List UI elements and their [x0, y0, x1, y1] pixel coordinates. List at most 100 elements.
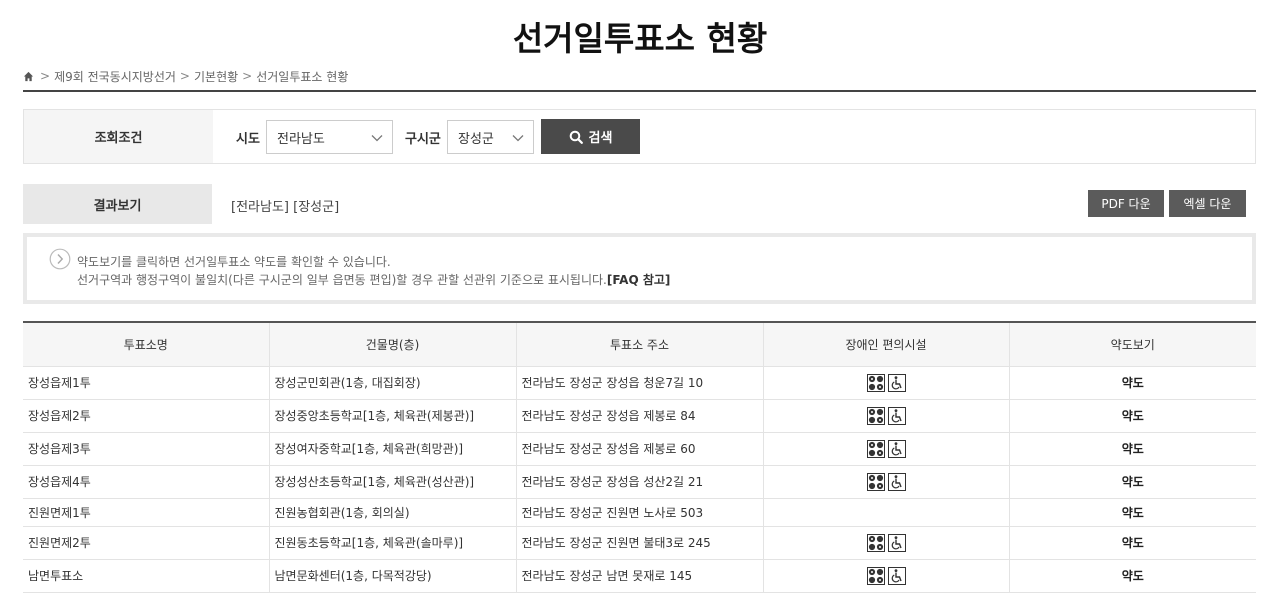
- table-row: 장성읍제2투 장성중앙초등학교[1층, 체육관(제봉관)] 전라남도 장성군 장성읍…: [23, 399, 1256, 433]
- header-station-name: 투표소명: [23, 322, 270, 367]
- condition-label: 조회조건: [24, 110, 213, 163]
- result-criteria: [전라남도] [장성군]: [231, 200, 340, 215]
- search-condition-panel: 조회조건 시도 전라남도 구시군 장성군 검색: [23, 109, 1256, 164]
- breadcrumb-item-current: 선거일투표소 현황: [256, 69, 349, 84]
- page-title: 선거일투표소 현황: [512, 19, 768, 58]
- pdf-download-button[interactable]: PDF 다운: [1088, 190, 1164, 217]
- result-bar: 결과보기 [전라남도] [장성군] PDF 다운 엑셀 다운: [23, 184, 1256, 224]
- breadcrumb-separator: >: [179, 69, 190, 83]
- sido-select[interactable]: 전라남도: [266, 120, 393, 154]
- sido-selected-value: 전라남도: [277, 131, 325, 147]
- station-name: 진원면제1투: [23, 498, 270, 527]
- station-name: 남면투표소: [23, 559, 270, 593]
- wheelchair-icon: [887, 566, 906, 585]
- building-name: 장성여자중학교[1층, 체육관(희망관)]: [269, 432, 517, 466]
- map-link[interactable]: 약도: [1009, 465, 1256, 499]
- search-button[interactable]: 검색: [541, 119, 640, 154]
- title-divider: [23, 90, 1256, 92]
- wheelchair-icon: [887, 439, 906, 458]
- sido-label: 시도: [236, 132, 260, 147]
- faq-link[interactable]: [FAQ 참고]: [607, 273, 671, 287]
- breadcrumb-item-basic[interactable]: 기본현황: [194, 68, 238, 85]
- table-row: 진원면제2투 진원동초등학교[1층, 체육관(솔마루)] 전라남도 장성군 진원면 …: [23, 526, 1256, 560]
- table-row: 장성읍제4투 장성성산초등학교[1층, 체육관(성산관)] 전라남도 장성군 장성읍…: [23, 465, 1256, 499]
- search-icon: [569, 130, 583, 144]
- facility-cell: [763, 498, 1010, 527]
- accessible-entrance-icon: [866, 566, 885, 585]
- table-header-row: 투표소명 건물명(층) 투표소 주소 장애인 편의시설 약도보기: [23, 322, 1256, 367]
- wheelchair-icon: [887, 406, 906, 425]
- accessible-entrance-icon: [866, 472, 885, 491]
- table-row: 남면투표소 남면문화센터(1층, 다목적강당) 전라남도 장성군 남면 못재로 14…: [23, 559, 1256, 593]
- table-row: 장성읍제1투 장성군민회관(1층, 대집회장) 전라남도 장성군 장성읍 청운7길 …: [23, 366, 1256, 400]
- station-name: 장성읍제2투: [23, 399, 270, 433]
- polling-station-table: 투표소명 건물명(층) 투표소 주소 장애인 편의시설 약도보기 장성읍제1투 장…: [23, 321, 1256, 593]
- accessible-entrance-icon: [866, 406, 885, 425]
- table-row: 장성읍제3투 장성여자중학교[1층, 체육관(희망관)] 전라남도 장성군 장성읍 …: [23, 432, 1256, 466]
- accessible-entrance-icon: [866, 373, 885, 392]
- map-link[interactable]: 약도: [1009, 526, 1256, 560]
- breadcrumb-separator: >: [40, 69, 51, 83]
- header-map: 약도보기: [1009, 322, 1256, 367]
- station-address: 전라남도 장성군 장성읍 청운7길 10: [516, 366, 764, 400]
- wheelchair-icon: [887, 373, 906, 392]
- excel-download-button[interactable]: 엑셀 다운: [1169, 190, 1246, 217]
- breadcrumb-item-election[interactable]: 제9회 전국동시지방선거: [54, 68, 176, 85]
- building-name: 장성성산초등학교[1층, 체육관(성산관)]: [269, 465, 517, 499]
- search-button-label: 검색: [588, 131, 613, 146]
- facility-cell: [763, 432, 1010, 466]
- station-name: 장성읍제4투: [23, 465, 270, 499]
- wheelchair-icon: [887, 472, 906, 491]
- header-address: 투표소 주소: [516, 322, 764, 367]
- wheelchair-icon: [887, 533, 906, 552]
- result-label: 결과보기: [23, 184, 212, 224]
- building-name: 장성중앙초등학교[1층, 체육관(제봉관)]: [269, 399, 517, 433]
- breadcrumb-separator: >: [242, 69, 253, 83]
- station-address: 전라남도 장성군 남면 못재로 145: [516, 559, 764, 593]
- facility-cell: [763, 559, 1010, 593]
- header-facility: 장애인 편의시설: [763, 322, 1010, 367]
- station-name: 진원면제2투: [23, 526, 270, 560]
- sigungu-select[interactable]: 장성군: [447, 120, 534, 154]
- building-name: 장성군민회관(1층, 대집회장): [269, 366, 517, 400]
- station-address: 전라남도 장성군 진원면 노사로 503: [516, 498, 764, 527]
- facility-icons: [866, 406, 906, 425]
- map-link[interactable]: 약도: [1009, 559, 1256, 593]
- facility-cell: [763, 366, 1010, 400]
- building-name: 남면문화센터(1층, 다목적강당): [269, 559, 517, 593]
- sigungu-selected-value: 장성군: [458, 131, 494, 147]
- facility-icons: [866, 439, 906, 458]
- sigungu-label: 구시군: [405, 132, 441, 147]
- station-address: 전라남도 장성군 진원면 불태3로 245: [516, 526, 764, 560]
- facility-icons: [866, 533, 906, 552]
- notice-line-1: 약도보기를 클릭하면 선거일투표소 약도를 확인할 수 있습니다.: [77, 255, 391, 269]
- map-link[interactable]: 약도: [1009, 366, 1256, 400]
- header-building: 건물명(층): [269, 322, 517, 367]
- table-row: 진원면제1투 진원농협회관(1층, 회의실) 전라남도 장성군 진원면 노사로 50…: [23, 498, 1256, 527]
- map-link[interactable]: 약도: [1009, 399, 1256, 433]
- map-link[interactable]: 약도: [1009, 432, 1256, 466]
- accessible-entrance-icon: [866, 439, 885, 458]
- chevron-right-circle-icon: [49, 248, 71, 270]
- accessible-entrance-icon: [866, 533, 885, 552]
- facility-cell: [763, 465, 1010, 499]
- facility-icons: [866, 373, 906, 392]
- facility-cell: [763, 526, 1010, 560]
- station-address: 전라남도 장성군 장성읍 제봉로 84: [516, 399, 764, 433]
- station-name: 장성읍제1투: [23, 366, 270, 400]
- breadcrumb: > 제9회 전국동시지방선거 > 기본현황 > 선거일투표소 현황: [23, 68, 348, 84]
- building-name: 진원농협회관(1층, 회의실): [269, 498, 517, 527]
- facility-cell: [763, 399, 1010, 433]
- notice-box: 약도보기를 클릭하면 선거일투표소 약도를 확인할 수 있습니다. 선거구역과 …: [23, 233, 1256, 304]
- station-name: 장성읍제3투: [23, 432, 270, 466]
- chevron-down-icon: [512, 135, 524, 142]
- notice-line-2-text: 선거구역과 행정구역이 불일치(다른 구시군의 일부 읍면동 편입)할 경우 관…: [77, 273, 607, 287]
- facility-icons: [866, 566, 906, 585]
- facility-icons: [866, 472, 906, 491]
- map-link[interactable]: 약도: [1009, 498, 1256, 527]
- home-icon[interactable]: [23, 71, 34, 82]
- chevron-down-icon: [371, 135, 383, 142]
- notice-line-2: 선거구역과 행정구역이 불일치(다른 구시군의 일부 읍면동 편입)할 경우 관…: [77, 271, 670, 288]
- station-address: 전라남도 장성군 장성읍 제봉로 60: [516, 432, 764, 466]
- station-address: 전라남도 장성군 장성읍 성산2길 21: [516, 465, 764, 499]
